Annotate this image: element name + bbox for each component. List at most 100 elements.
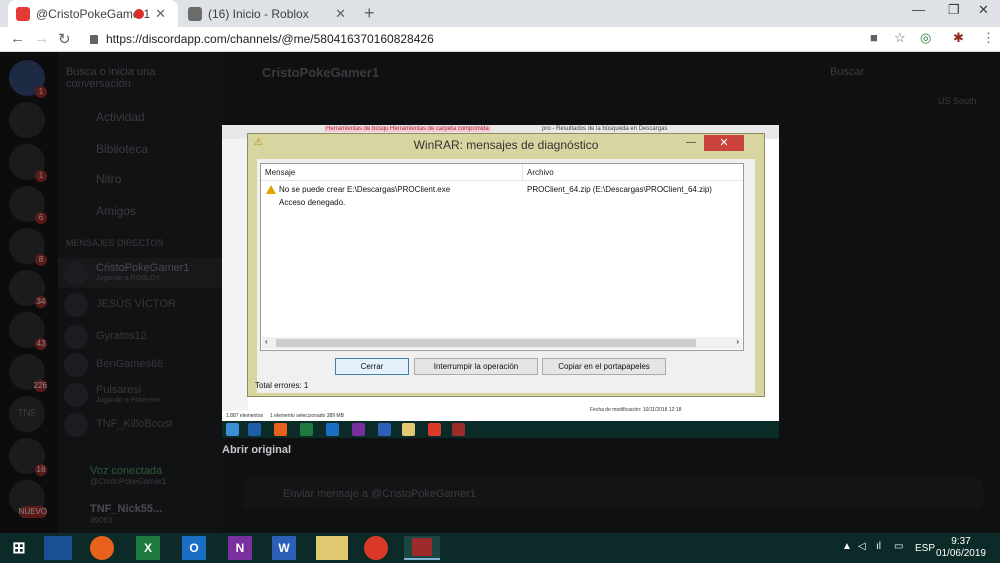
user-tag: #9063	[90, 516, 113, 525]
chrome-icon[interactable]	[364, 536, 388, 560]
badge: 1	[35, 170, 47, 182]
url-text: https://discordapp.com/channels/@me/5804…	[106, 32, 434, 46]
region-label[interactable]: US South	[938, 96, 977, 106]
column-header-file[interactable]: Archivo	[523, 164, 743, 181]
restore-icon[interactable]: ❐	[948, 2, 960, 18]
speaker-icon[interactable]: ◁	[858, 541, 866, 552]
dm-section-title: MENSAJES DIRECTOS	[66, 238, 164, 248]
battery-icon[interactable]: ▭	[894, 541, 903, 552]
avatar	[64, 383, 88, 407]
total-errors: Total errores: 1	[255, 381, 309, 390]
close-tab-icon[interactable]: ✕	[155, 6, 166, 22]
scroll-thumb[interactable]	[276, 339, 696, 347]
scroll-right-icon[interactable]: ›	[736, 337, 739, 346]
forward-icon[interactable]: →	[34, 30, 49, 47]
voice-channel: @CristoPokeGamer1	[90, 477, 167, 486]
nav-activity[interactable]: Actividad	[96, 110, 145, 124]
server-home[interactable]: 1	[9, 60, 47, 98]
ribbon-tag: Herramientas de carpeta comprimida	[388, 126, 491, 132]
avatar	[64, 413, 88, 437]
reload-icon[interactable]: ↻	[58, 30, 71, 48]
tab-discord[interactable]: @CristoPokeGamer1 ✕	[8, 0, 178, 27]
server-icon[interactable]: TNF	[9, 396, 45, 432]
voice-status: Voz conectada	[90, 465, 163, 477]
close-tab-icon[interactable]: ✕	[335, 6, 346, 22]
modified-date: Fecha de modificación: 10/11/2018 12:18	[590, 407, 682, 413]
message-input[interactable]: Enviar mensaje a @CristoPokeGamer1	[243, 478, 983, 510]
onenote-icon[interactable]: N	[228, 536, 252, 560]
extension-icon[interactable]: ◎	[920, 30, 931, 46]
server-icon[interactable]: 226	[9, 354, 47, 392]
minimize-icon[interactable]: —	[912, 2, 925, 17]
word-icon[interactable]: W	[272, 536, 296, 560]
server-icon[interactable]: 43	[9, 312, 47, 350]
youtube-favicon-icon	[16, 6, 30, 21]
camera-icon[interactable]: ■	[870, 30, 878, 45]
server-icon[interactable]: 8	[9, 228, 47, 266]
horizontal-scrollbar[interactable]: ‹ ›	[262, 337, 742, 349]
server-icon[interactable]: NUEVO	[9, 480, 47, 518]
network-icon[interactable]: ıl	[876, 541, 881, 552]
message-placeholder: Enviar mensaje a @CristoPokeGamer1	[283, 488, 476, 500]
search-input[interactable]: Busca o inicia una conversación	[66, 66, 222, 90]
status-selected: 1 elemento seleccionado 389 MB	[270, 413, 344, 419]
nav-nitro[interactable]: Nitro	[96, 172, 121, 186]
badge: 8	[35, 254, 47, 266]
badge: 6	[35, 212, 47, 224]
dialog-body: Mensaje Archivo No se puede crear E:\Des…	[255, 159, 755, 393]
window-close-icon[interactable]: ✕	[978, 2, 989, 18]
dm-name: CristoPokeGamer1	[96, 262, 190, 274]
dm-item[interactable]: BenGames66	[58, 350, 222, 380]
server-icon[interactable]: 1	[9, 144, 47, 182]
server-icon[interactable]	[9, 102, 45, 138]
nav-library[interactable]: Biblioteca	[96, 142, 148, 156]
language-indicator[interactable]: ESP	[915, 543, 935, 554]
chrome-toolbar: ← → ↻ https://discordapp.com/channels/@m…	[0, 27, 1000, 52]
server-icon[interactable]: 34	[9, 270, 47, 308]
app-lenovo-icon[interactable]	[44, 536, 72, 560]
dm-item[interactable]: Gyratos12	[58, 322, 222, 352]
dm-name: Gyratos12	[96, 330, 147, 342]
open-original-link[interactable]: Abrir original	[222, 444, 291, 456]
scroll-left-icon[interactable]: ‹	[265, 337, 268, 346]
profile-avatar[interactable]: ✱	[953, 30, 964, 46]
dm-name: Pulsaresi	[96, 384, 142, 396]
file-cell: PROClient_64.zip (E:\Descargas\PROClient…	[527, 185, 712, 194]
tray-expand-icon[interactable]: ▲	[842, 541, 852, 552]
recording-icon	[134, 8, 144, 19]
dm-status: Jugando a ROBLOX	[96, 275, 160, 282]
winrar-icon[interactable]	[404, 536, 440, 560]
copy-clipboard-button[interactable]: Copiar en el portapapeles	[542, 358, 666, 375]
tab-roblox[interactable]: (16) Inicio - Roblox ✕	[180, 0, 358, 27]
column-header-message[interactable]: Mensaje	[261, 164, 523, 181]
explorer-icon	[402, 423, 415, 436]
explorer-status: 1.887 elementos 1 elemento seleccionado …	[222, 407, 779, 421]
close-button[interactable]: Cerrar	[335, 358, 409, 375]
start-windows-icon[interactable]: ⊞	[4, 536, 34, 560]
address-bar[interactable]: https://discordapp.com/channels/@me/5804…	[82, 28, 918, 50]
firefox-icon[interactable]	[90, 536, 114, 560]
outlook-icon[interactable]: O	[182, 536, 206, 560]
new-tab-button[interactable]: +	[364, 3, 375, 24]
avatar	[64, 293, 88, 317]
dialog-minimize-icon[interactable]: —	[686, 137, 696, 148]
dialog-close-button[interactable]: ✕	[704, 135, 744, 151]
dm-item[interactable]: Pulsaresi Jugando a Pokémon	[58, 380, 222, 410]
dm-item[interactable]: JESÚS VÍCTOR	[58, 290, 222, 320]
clock[interactable]: 9:37 01/06/2019	[936, 536, 986, 560]
back-icon[interactable]: ←	[10, 30, 25, 47]
server-icon[interactable]: 16	[9, 438, 47, 476]
bookmark-star-icon[interactable]: ☆	[894, 30, 906, 46]
nav-friends[interactable]: Amigos	[96, 204, 136, 218]
excel-icon[interactable]: X	[136, 536, 160, 560]
menu-icon[interactable]: ⋮	[982, 30, 995, 46]
file-explorer-icon[interactable]	[316, 536, 348, 560]
dm-item[interactable]: CristoPokeGamer1 Jugando a ROBLOX	[58, 258, 222, 288]
diagnostic-list[interactable]: Mensaje Archivo No se puede crear E:\Des…	[260, 163, 744, 351]
interrupt-button[interactable]: Interrumpir la operación	[414, 358, 538, 375]
dm-item[interactable]: TNF_KilloBoost	[58, 410, 222, 440]
server-icon[interactable]: 6	[9, 186, 47, 224]
explorer-title: pro - Resultados de la búsqueda en Desca…	[542, 126, 668, 132]
message-line-1: No se puede crear E:\Descargas\PROClient…	[279, 185, 451, 194]
header-search[interactable]: Buscar	[830, 66, 864, 78]
